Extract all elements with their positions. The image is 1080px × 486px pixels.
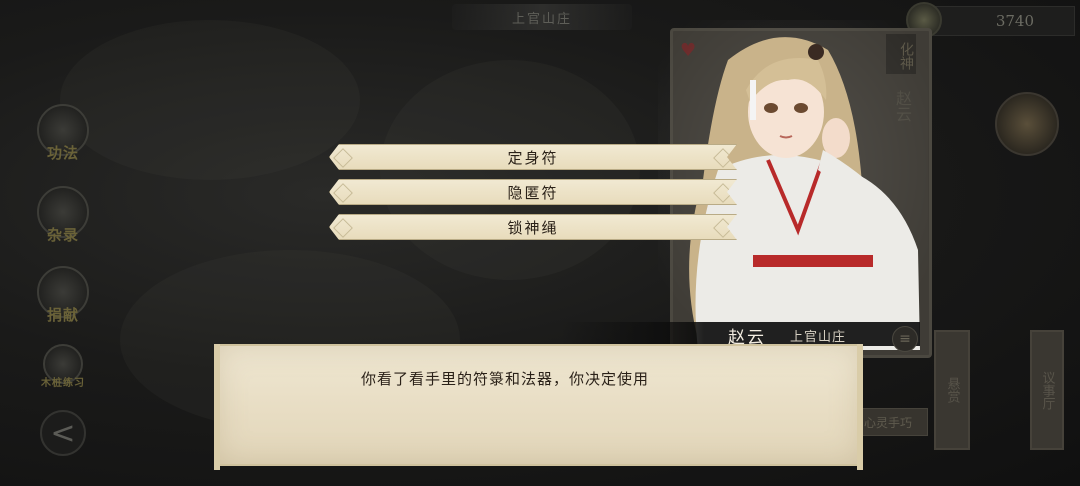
speaker-title: 上官山庄: [790, 330, 847, 345]
dialog-box[interactable]: 你看了看手里的符箓和法器，你决定使用: [214, 344, 863, 470]
choice-button[interactable]: 定身符: [329, 144, 737, 170]
side-button-juanxian[interactable]: 捐献: [34, 266, 92, 325]
side-button-label: 功法: [46, 144, 79, 162]
location-title: 上官山庄: [452, 4, 632, 30]
choice-label: 隐匿符: [507, 183, 559, 202]
side-button-label: 杂录: [46, 226, 79, 244]
back-button[interactable]: <: [40, 410, 86, 456]
side-button-training[interactable]: 木桩练习: [34, 344, 92, 389]
side-button-label: 捐献: [46, 306, 79, 324]
tab-council[interactable]: 议事厅: [1030, 330, 1064, 450]
avatar[interactable]: [995, 92, 1059, 156]
choice-label: 锁神绳: [507, 218, 559, 237]
side-button-gongfa[interactable]: 功法: [34, 104, 92, 163]
side-button-zalu[interactable]: 杂录: [34, 186, 92, 245]
choice-button[interactable]: 隐匿符: [329, 179, 737, 205]
side-button-label: 木桩练习: [41, 378, 85, 389]
tab-bounty[interactable]: 悬赏: [934, 330, 970, 450]
back-arrow-icon: <: [50, 415, 76, 451]
dialog-text: 你看了看手里的符箓和法器，你决定使用: [361, 370, 650, 388]
choice-button[interactable]: 锁神绳: [329, 214, 737, 240]
menu-icon[interactable]: ≡: [892, 326, 918, 352]
choice-label: 定身符: [507, 148, 559, 167]
currency-display: 3740: [920, 6, 1075, 36]
menu-symbol: ≡: [899, 331, 911, 347]
